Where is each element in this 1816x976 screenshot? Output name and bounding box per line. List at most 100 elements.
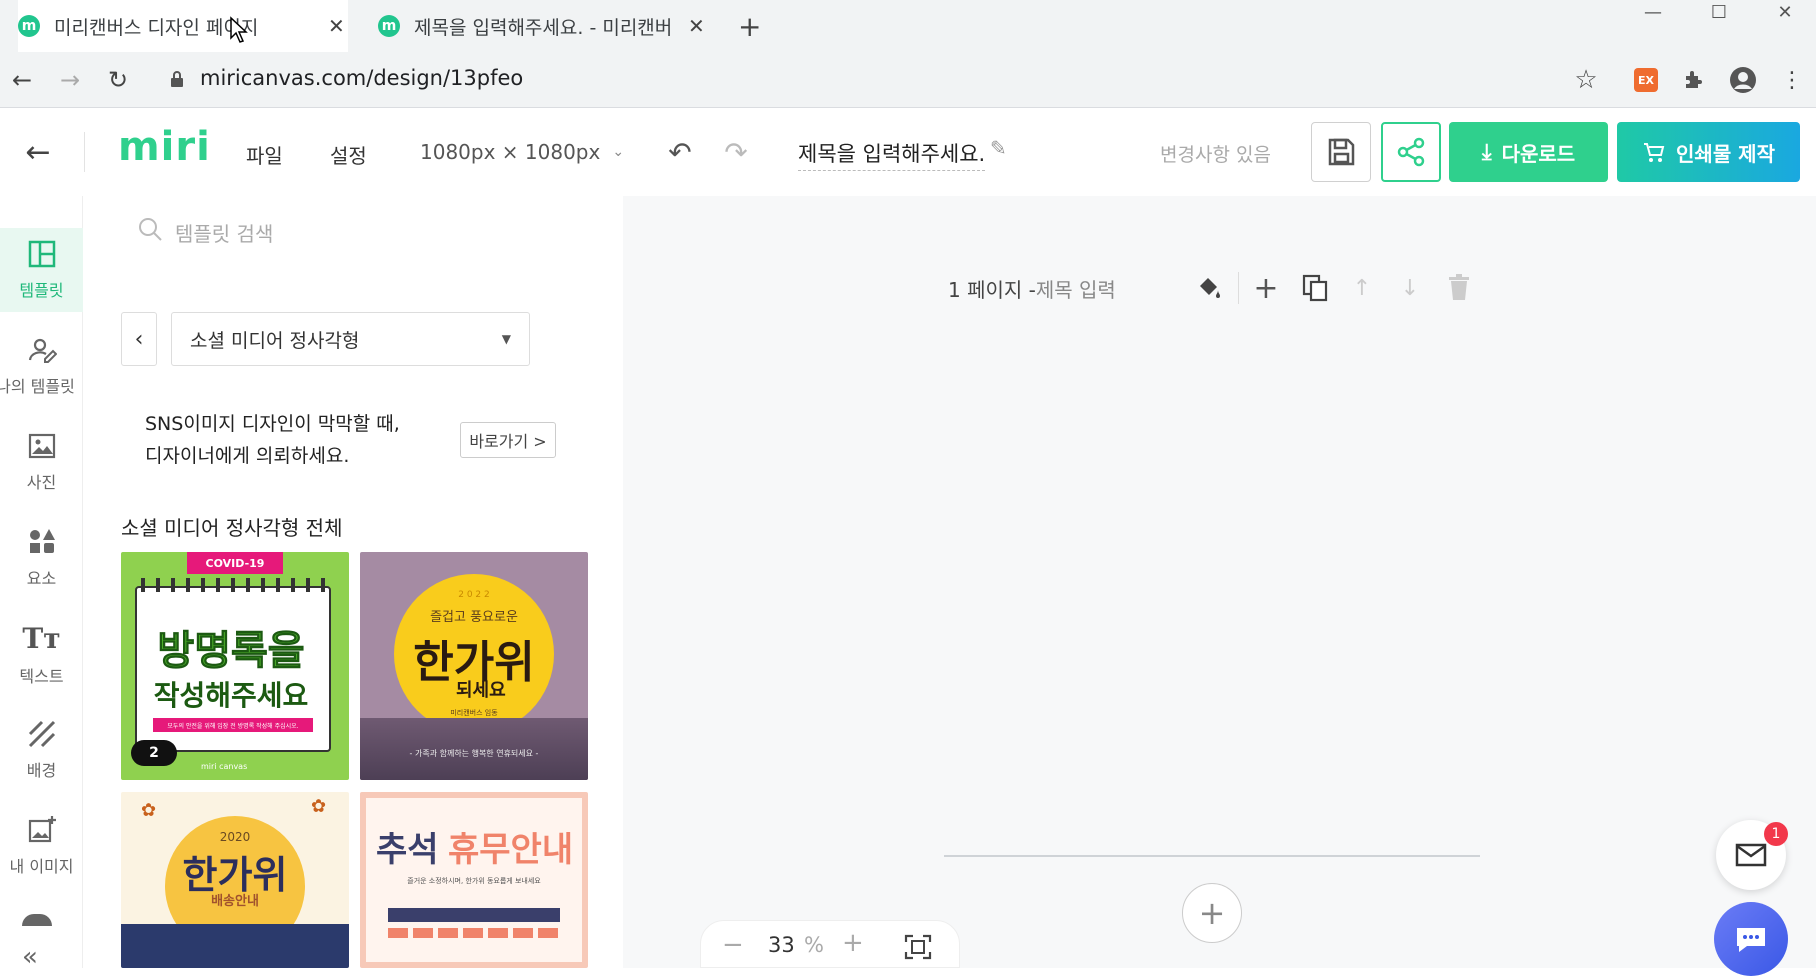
thumb-caption: 즐거운 소정하시며, 한가위 동요롭게 보내세요: [407, 877, 541, 885]
undo-icon[interactable]: ↶: [660, 132, 700, 172]
delete-page-icon[interactable]: [1448, 274, 1470, 300]
extensions-puzzle-icon[interactable]: [1682, 68, 1706, 92]
browser-tab-1[interactable]: m 미리캔버스 디자인 페이지 ✕: [18, 0, 348, 52]
mouse-cursor-icon: [230, 16, 248, 43]
browser-tab-2[interactable]: m 제목을 입력해주세요. - 미리캔버 ✕: [378, 0, 708, 52]
template-thumbnail[interactable]: COVID-19 방명록을 작성해주세요 모두의 안전을 위해 입장 전 방명록…: [121, 552, 349, 780]
maple-leaf-icon: ✿: [311, 796, 327, 817]
category-select[interactable]: 소셜 미디어 정사각형 ▼: [171, 312, 530, 366]
thumb-brand: miri canvas: [201, 762, 248, 771]
header-divider: [84, 132, 85, 172]
rail-item-background[interactable]: 배경: [0, 708, 83, 792]
page-count-badge: 2: [131, 740, 177, 766]
thumb-footer: - 가족과 함께하는 행복한 연휴되세요 -: [409, 749, 539, 758]
extension-ex-icon[interactable]: EX: [1634, 68, 1658, 92]
canvas-size-label: 1080px × 1080px: [420, 140, 601, 164]
promo-line-1: SNS이미지 디자인이 막막할 때,: [145, 413, 400, 435]
forward-icon[interactable]: →: [50, 60, 90, 100]
profile-avatar-icon[interactable]: [1729, 66, 1757, 94]
template-panel: 템플릿 검색 ‹ 소셜 미디어 정사각형 ▼ SNS이미지 디자인이 막막할 때…: [83, 196, 623, 968]
promo-go-button[interactable]: 바로가기 >: [460, 422, 556, 458]
download-button[interactable]: ⤓ 다운로드: [1449, 122, 1608, 182]
thumb-subtitle: 휴무안내: [448, 830, 574, 870]
url-text[interactable]: miricanvas.com/design/13pfeo: [200, 66, 523, 90]
exit-editor-back-icon[interactable]: ←: [16, 130, 60, 174]
thumb-title: 추석: [376, 830, 439, 870]
browser-menu-icon[interactable]: ⋮: [1772, 60, 1812, 100]
left-rail: 템플릿 나의 템플릿 사진 요소 Tт 텍스트 배경 내 이미지 «: [0, 196, 83, 972]
rail-item-my-image[interactable]: 내 이미지: [0, 804, 83, 888]
chat-bubble-icon: [1737, 928, 1765, 952]
template-thumbnail[interactable]: 2020 한가위 배송안내 ✿ ✿: [121, 792, 349, 968]
thumb-note: 모두의 안전을 위해 입장 전 방명록 작성해 주십시오.: [153, 718, 313, 732]
rail-item-elements[interactable]: 요소: [0, 516, 83, 600]
redo-icon[interactable]: ↷: [716, 132, 756, 172]
rail-item-my-template[interactable]: 나의 템플릿: [0, 324, 83, 408]
miri-logo[interactable]: miri: [118, 124, 211, 170]
share-button[interactable]: [1381, 122, 1441, 182]
notification-badge: 1: [1764, 822, 1788, 846]
minimize-icon[interactable]: —: [1620, 0, 1686, 24]
template-thumbnail[interactable]: 추석 휴무안내 즐거운 소정하시며, 한가위 동요롭게 보내세요: [360, 792, 588, 968]
category-back-button[interactable]: ‹: [121, 312, 157, 366]
miri-favicon-icon: m: [18, 15, 40, 37]
rail-item-photo[interactable]: 사진: [0, 420, 83, 504]
canvas-size-dropdown[interactable]: 1080px × 1080px ⌄: [420, 140, 624, 164]
background-icon: [28, 720, 55, 748]
rail-label: 텍스트: [19, 666, 64, 686]
category-value: 소셜 미디어 정사각형: [190, 329, 360, 352]
menu-settings[interactable]: 설정: [330, 140, 367, 169]
elements-icon: [29, 529, 55, 553]
print-order-button[interactable]: 인쇄물 제작: [1617, 122, 1800, 182]
template-search-input[interactable]: 템플릿 검색: [175, 218, 273, 247]
chat-support-button[interactable]: [1714, 902, 1788, 976]
browser-tab-bar: m 미리캔버스 디자인 페이지 ✕ m 제목을 입력해주세요. - 미리캔버 ✕…: [0, 0, 1816, 52]
close-tab-icon[interactable]: ✕: [688, 14, 705, 38]
address-bar: ← → ↻ miricanvas.com/design/13pfeo ☆ EX …: [0, 52, 1816, 108]
page-title-input[interactable]: 제목 입력: [1036, 274, 1116, 303]
template-icon: [28, 240, 55, 268]
text-icon: Tт: [22, 621, 61, 655]
back-icon[interactable]: ←: [2, 60, 42, 100]
rail-label: 배경: [26, 761, 57, 780]
photo-icon: [28, 433, 55, 459]
template-thumbnail[interactable]: 2 0 2 2 즐겁고 풍요로운 한가위 되세요 미리캔버스 임동 - 가족과 …: [360, 552, 588, 780]
my-template-icon: [28, 338, 57, 363]
move-page-up-icon[interactable]: ↑: [1344, 270, 1380, 306]
zoom-in-button[interactable]: +: [842, 928, 864, 958]
paint-bucket-icon[interactable]: [1196, 274, 1222, 300]
save-button[interactable]: [1311, 122, 1371, 182]
promo-line-2: 디자이너에게 의뢰하세요.: [145, 445, 350, 467]
edit-title-pencil-icon[interactable]: ✎: [990, 136, 1007, 160]
close-tab-icon[interactable]: ✕: [328, 14, 345, 38]
reload-icon[interactable]: ↻: [98, 60, 138, 100]
maximize-icon[interactable]: ☐: [1686, 0, 1752, 24]
rail-item-text[interactable]: Tт 텍스트: [0, 612, 83, 696]
zoom-out-button[interactable]: −: [722, 930, 744, 960]
search-icon: [137, 216, 167, 246]
mail-icon: [1735, 843, 1767, 867]
duplicate-page-icon[interactable]: [1302, 274, 1328, 302]
my-image-icon: [28, 816, 56, 843]
app-header: ← miri 파일 설정 1080px × 1080px ⌄ ↶ ↷ 제목을 입…: [0, 108, 1816, 196]
add-page-icon[interactable]: +: [1248, 270, 1284, 306]
bookmark-star-icon[interactable]: ☆: [1566, 60, 1606, 100]
new-tab-button[interactable]: +: [738, 10, 761, 43]
save-status: 변경사항 있음: [1160, 144, 1271, 166]
close-window-icon[interactable]: ✕: [1752, 0, 1816, 24]
zoom-value[interactable]: 33: [768, 933, 795, 957]
fit-to-screen-icon[interactable]: [904, 934, 932, 960]
heart-icon[interactable]: [22, 914, 52, 926]
designer-promo: SNS이미지 디자인이 막막할 때, 디자이너에게 의뢰하세요.: [145, 408, 400, 472]
thumb-line: 즐겁고 풍요로운: [430, 610, 518, 625]
rail-item-template[interactable]: 템플릿: [0, 228, 83, 312]
caret-down-icon: ▼: [501, 332, 511, 346]
maple-leaf-icon: ✿: [141, 800, 157, 821]
save-disk-icon: [1328, 138, 1355, 166]
move-page-down-icon[interactable]: ↓: [1392, 270, 1428, 306]
document-title[interactable]: 제목을 입력해주세요.: [798, 138, 986, 171]
page-header: 1 페이지 - 제목 입력: [948, 274, 1116, 303]
menu-file[interactable]: 파일: [246, 140, 283, 169]
page-bottom-edge: [944, 855, 1480, 857]
add-page-button[interactable]: +: [1182, 883, 1242, 943]
